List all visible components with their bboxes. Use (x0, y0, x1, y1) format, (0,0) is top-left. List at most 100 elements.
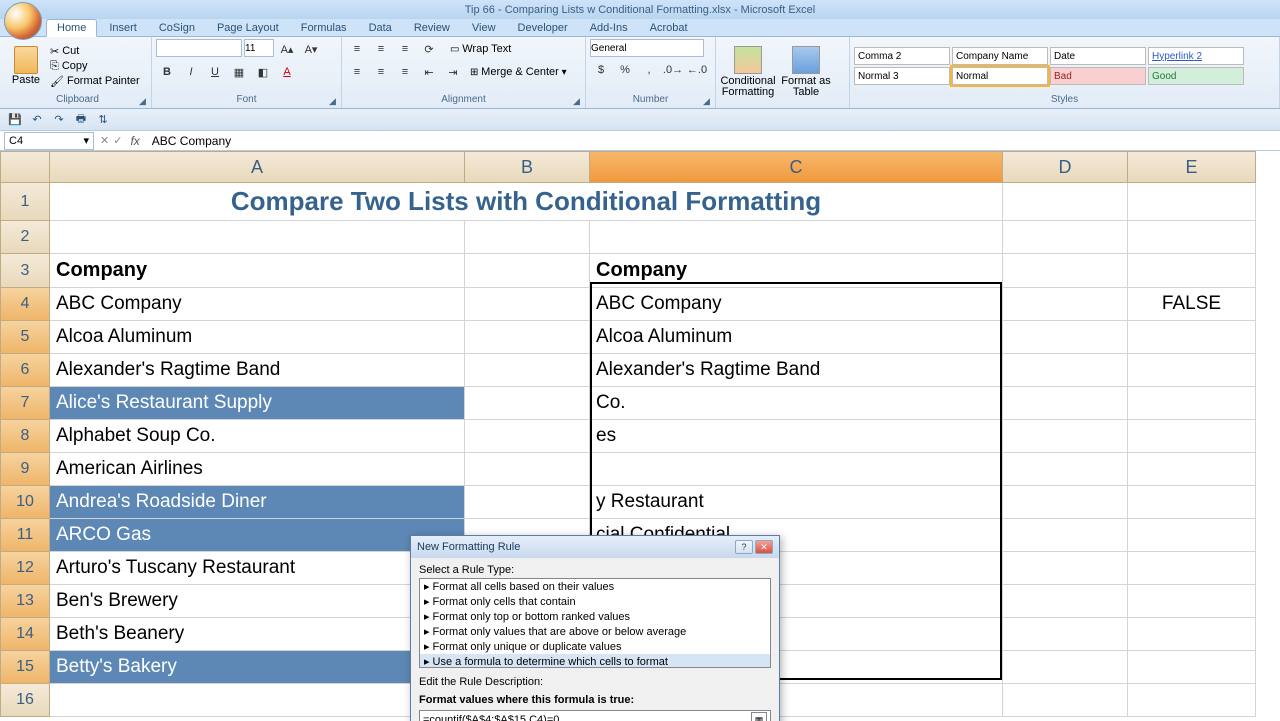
row-header[interactable]: 9 (0, 453, 50, 486)
style-cell[interactable]: Normal (952, 67, 1048, 85)
row-header[interactable]: 4 (0, 288, 50, 321)
cell[interactable] (1003, 183, 1128, 221)
cell[interactable] (1128, 585, 1256, 618)
merge-center-button[interactable]: ⊞ Merge & Center ▾ (470, 66, 567, 78)
cell[interactable] (1003, 288, 1128, 321)
save-icon[interactable]: 💾 (6, 112, 24, 128)
chevron-down-icon[interactable]: ▾ (83, 134, 89, 147)
dialog-launcher-icon[interactable]: ◢ (329, 96, 339, 106)
cell[interactable]: American Airlines (50, 453, 465, 486)
cancel-icon[interactable]: ✕ (100, 134, 109, 147)
style-cell[interactable]: Date (1050, 47, 1146, 65)
cell[interactable]: Co. (590, 387, 1003, 420)
row-header[interactable]: 8 (0, 420, 50, 453)
row-header[interactable]: 11 (0, 519, 50, 552)
cell[interactable] (465, 254, 590, 288)
style-cell[interactable]: Comma 2 (854, 47, 950, 65)
conditional-formatting-button[interactable]: Conditional Formatting (720, 46, 776, 98)
row-header[interactable]: 7 (0, 387, 50, 420)
cell[interactable]: Alice's Restaurant Supply (50, 387, 465, 420)
select-all-corner[interactable] (0, 151, 50, 183)
indent-dec-icon[interactable]: ⇤ (418, 62, 440, 82)
formula-input[interactable] (148, 132, 1280, 150)
wrap-text-button[interactable]: ▭ Wrap Text (450, 43, 511, 55)
cell[interactable]: Arturo's Tuscany Restaurant (50, 552, 465, 585)
col-header[interactable]: A (50, 151, 465, 183)
align-right-icon[interactable]: ≡ (394, 62, 416, 82)
row-header[interactable]: 1 (0, 183, 50, 221)
cell[interactable]: Alexander's Ragtime Band (590, 354, 1003, 387)
rule-type-item[interactable]: ▸ Format all cells based on their values (420, 579, 770, 594)
cell[interactable] (1003, 651, 1128, 684)
cell[interactable] (1128, 221, 1256, 254)
cell[interactable]: y Restaurant (590, 486, 1003, 519)
row-header[interactable]: 5 (0, 321, 50, 354)
cell[interactable]: Betty's Bakery (50, 651, 465, 684)
comma-icon[interactable]: , (638, 60, 660, 80)
row-header[interactable]: 12 (0, 552, 50, 585)
rule-type-list[interactable]: ▸ Format all cells based on their values… (419, 578, 771, 668)
cell[interactable] (50, 221, 465, 254)
cell[interactable] (590, 453, 1003, 486)
cell[interactable]: ABC Company (590, 288, 1003, 321)
undo-icon[interactable]: ↶ (28, 112, 46, 128)
cell[interactable] (1128, 486, 1256, 519)
cell[interactable] (465, 420, 590, 453)
fx-icon[interactable]: fx (130, 134, 139, 148)
cell[interactable] (1128, 387, 1256, 420)
cell[interactable]: Alcoa Aluminum (590, 321, 1003, 354)
cell[interactable]: Company (590, 254, 1003, 288)
format-painter-button[interactable]: 🖌Format Painter (50, 75, 140, 88)
cell[interactable]: Andrea's Roadside Diner (50, 486, 465, 519)
fill-color-button[interactable]: ◧ (252, 62, 274, 82)
grow-font-icon[interactable]: A▴ (276, 39, 298, 59)
dialog-launcher-icon[interactable]: ◢ (139, 96, 149, 106)
cell[interactable]: ARCO Gas (50, 519, 465, 552)
tab-home[interactable]: Home (46, 19, 97, 37)
rule-type-item[interactable]: ▸ Format only unique or duplicate values (420, 639, 770, 654)
align-top-icon[interactable]: ≡ (346, 39, 368, 59)
tab-acrobat[interactable]: Acrobat (640, 20, 698, 36)
cell[interactable] (50, 684, 465, 717)
cell[interactable] (1128, 354, 1256, 387)
cell[interactable]: Beth's Beanery (50, 618, 465, 651)
tab-review[interactable]: Review (404, 20, 460, 36)
enter-icon[interactable]: ✓ (113, 134, 122, 147)
cell[interactable] (465, 486, 590, 519)
cell[interactable] (465, 387, 590, 420)
dialog-titlebar[interactable]: New Formatting Rule ? ✕ (411, 536, 779, 558)
row-header[interactable]: 13 (0, 585, 50, 618)
dialog-launcher-icon[interactable]: ◢ (573, 96, 583, 106)
help-icon[interactable]: ? (735, 540, 753, 554)
align-left-icon[interactable]: ≡ (346, 62, 368, 82)
cell[interactable] (1128, 183, 1256, 221)
row-header[interactable]: 2 (0, 221, 50, 254)
cell[interactable] (465, 453, 590, 486)
align-mid-icon[interactable]: ≡ (370, 39, 392, 59)
rule-type-item[interactable]: ▸ Use a formula to determine which cells… (420, 654, 770, 668)
cell[interactable] (1128, 453, 1256, 486)
cell[interactable]: FALSE (1128, 288, 1256, 321)
row-header[interactable]: 15 (0, 651, 50, 684)
cell[interactable] (1128, 519, 1256, 552)
tab-add-ins[interactable]: Add-Ins (580, 20, 638, 36)
row-header[interactable]: 14 (0, 618, 50, 651)
style-cell[interactable]: Bad (1050, 67, 1146, 85)
col-header[interactable]: B (465, 151, 590, 183)
cell[interactable] (1003, 420, 1128, 453)
tab-pagelayout[interactable]: Page Layout (207, 20, 289, 36)
row-header[interactable]: 3 (0, 254, 50, 288)
style-cell[interactable]: Good (1148, 67, 1244, 85)
cell-styles-gallery[interactable]: Comma 2Company NameDateHyperlink 2Normal… (854, 47, 1264, 85)
cell[interactable] (465, 221, 590, 254)
cell[interactable] (465, 288, 590, 321)
inc-decimal-icon[interactable]: .0→ (662, 60, 684, 80)
cell[interactable] (1003, 486, 1128, 519)
print-icon[interactable]: 🖶 (72, 112, 90, 128)
dec-decimal-icon[interactable]: ←.0 (686, 60, 708, 80)
tab-view[interactable]: View (462, 20, 506, 36)
format-as-table-button[interactable]: Format as Table (778, 46, 834, 98)
cell[interactable]: Ben's Brewery (50, 585, 465, 618)
cell[interactable] (1003, 618, 1128, 651)
cell[interactable]: es (590, 420, 1003, 453)
